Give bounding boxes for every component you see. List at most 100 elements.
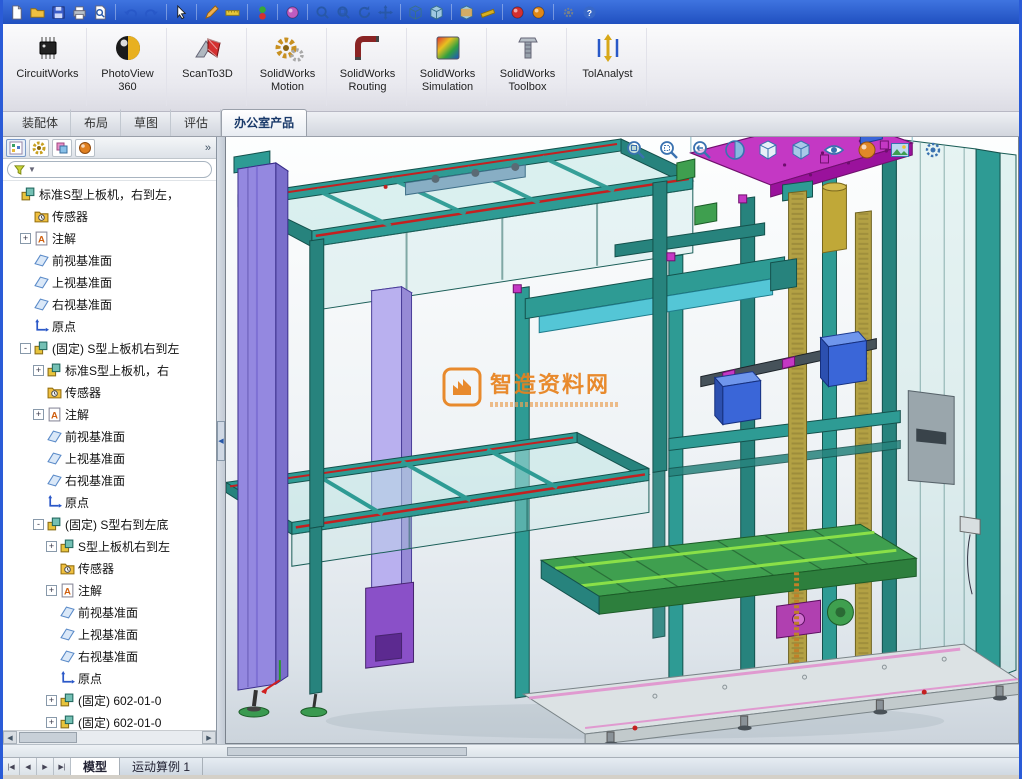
tree-row[interactable]: +原点 xyxy=(3,491,216,513)
select-icon[interactable] xyxy=(172,3,191,22)
zoom-to-fit-icon[interactable] xyxy=(313,3,332,22)
scroll-thumb[interactable] xyxy=(227,746,467,756)
ribbon-item-tolanalyst[interactable]: TolAnalyst xyxy=(569,28,647,106)
tree-row[interactable]: + (固定) 602-01-0 xyxy=(3,711,216,730)
study-tab-0[interactable]: 模型 xyxy=(71,758,121,775)
tree-row[interactable]: +前视基准面 xyxy=(3,425,216,447)
viewport-scroll-strip[interactable] xyxy=(3,744,1019,757)
panel-tab-feature-manager[interactable] xyxy=(6,138,26,157)
apply-scene-icon[interactable] xyxy=(888,138,912,162)
panel-tab-configuration-manager[interactable] xyxy=(52,138,72,157)
help-icon[interactable]: ? xyxy=(580,3,599,22)
study-nav-next-icon[interactable]: ▶ xyxy=(37,758,54,775)
shaded-icon[interactable] xyxy=(427,3,446,22)
command-tab-3[interactable]: 评估 xyxy=(171,109,222,136)
filter-dropdown-caret[interactable]: ▼ xyxy=(28,165,36,174)
tree-row[interactable]: +上视基准面 xyxy=(3,271,216,293)
ribbon-item-photoview360[interactable]: PhotoView 360 xyxy=(89,28,167,106)
tree-expander-icon[interactable]: + xyxy=(46,716,57,728)
tree-row[interactable]: + A 注解 xyxy=(3,579,216,601)
sketch-icon[interactable] xyxy=(202,3,221,22)
hide-show-items-icon[interactable] xyxy=(822,138,846,162)
tree-row[interactable]: +标准S型上板机，右到左， xyxy=(3,183,216,205)
tree-row[interactable]: +右视基准面 xyxy=(3,645,216,667)
measure-icon[interactable] xyxy=(478,3,497,22)
new-icon[interactable] xyxy=(7,3,26,22)
view-orientation-icon[interactable] xyxy=(756,138,780,162)
edit-color-icon[interactable] xyxy=(283,3,302,22)
view-settings-icon[interactable] xyxy=(921,138,945,162)
tree-row[interactable]: + A 注解 xyxy=(3,227,216,249)
rotate-view-icon[interactable] xyxy=(355,3,374,22)
tree-row[interactable]: +右视基准面 xyxy=(3,469,216,491)
tree-expander-icon[interactable]: + xyxy=(33,408,44,420)
scroll-right-icon[interactable]: ▶ xyxy=(202,731,216,744)
options-icon[interactable] xyxy=(559,3,578,22)
section-view-icon[interactable] xyxy=(723,138,747,162)
command-tab-0[interactable]: 装配体 xyxy=(9,109,72,136)
scroll-thumb[interactable] xyxy=(19,732,77,743)
tree-row[interactable]: +传感器 xyxy=(3,381,216,403)
print-preview-icon[interactable] xyxy=(91,3,110,22)
rebuild-icon[interactable] xyxy=(253,3,272,22)
scroll-left-icon[interactable]: ◀ xyxy=(3,731,17,744)
ribbon-item-circuitworks[interactable]: CircuitWorks xyxy=(9,28,87,106)
tree-row[interactable]: + 标准S型上板机，右 xyxy=(3,359,216,381)
study-nav-prev-icon[interactable]: ◀ xyxy=(20,758,37,775)
appearance-orange-icon[interactable] xyxy=(529,3,548,22)
tree-row[interactable]: +前视基准面 xyxy=(3,249,216,271)
tree-row[interactable]: +右视基准面 xyxy=(3,293,216,315)
tree-row[interactable]: - (固定) S型上板机右到左 xyxy=(3,337,216,359)
tree-row[interactable]: +上视基准面 xyxy=(3,623,216,645)
study-nav-last-icon[interactable]: ▶| xyxy=(54,758,71,775)
tree-filter-input[interactable]: ▼ xyxy=(7,161,212,178)
zoom-to-area-icon[interactable] xyxy=(657,138,681,162)
zoom-to-fit-icon[interactable] xyxy=(624,138,648,162)
panel-tab-appearances[interactable] xyxy=(75,138,95,157)
tree-row[interactable]: +原点 xyxy=(3,667,216,689)
panel-tab-property-manager[interactable] xyxy=(29,138,49,157)
tree-expander-icon[interactable]: - xyxy=(33,518,44,530)
ribbon-item-sw-simulation[interactable]: SolidWorks Simulation xyxy=(409,28,487,106)
open-icon[interactable] xyxy=(28,3,47,22)
tree-row[interactable]: +上视基准面 xyxy=(3,447,216,469)
motion-red-icon[interactable] xyxy=(508,3,527,22)
study-nav-first-icon[interactable]: |◀ xyxy=(3,758,20,775)
previous-view-icon[interactable] xyxy=(690,138,714,162)
section-view-icon[interactable] xyxy=(457,3,476,22)
print-icon[interactable] xyxy=(70,3,89,22)
save-icon[interactable] xyxy=(49,3,68,22)
tree-expander-icon[interactable]: + xyxy=(20,232,31,244)
tree-row[interactable]: +传感器 xyxy=(3,557,216,579)
display-style-icon[interactable] xyxy=(789,138,813,162)
panel-horizontal-scrollbar[interactable]: ◀ ▶ xyxy=(3,730,216,744)
ribbon-item-sw-motion[interactable]: SolidWorks Motion xyxy=(249,28,327,106)
ribbon-item-sw-routing[interactable]: SolidWorks Routing xyxy=(329,28,407,106)
command-tab-4[interactable]: 办公室产品 xyxy=(221,109,308,136)
tree-expander-icon[interactable]: - xyxy=(20,342,31,354)
tree-row[interactable]: + S型上板机右到左 xyxy=(3,535,216,557)
tree-row[interactable]: - (固定) S型右到左底 xyxy=(3,513,216,535)
undo-icon[interactable] xyxy=(121,3,140,22)
ribbon-item-scanto3d[interactable]: ScanTo3D xyxy=(169,28,247,106)
tree-row[interactable]: +前视基准面 xyxy=(3,601,216,623)
model-3d[interactable] xyxy=(226,137,1018,743)
tree-row[interactable]: + A 注解 xyxy=(3,403,216,425)
graphics-viewport[interactable]: 智造资料网 xyxy=(225,137,1019,744)
tree-expander-icon[interactable]: + xyxy=(46,540,57,552)
tree-expander-icon[interactable]: + xyxy=(33,364,44,376)
pan-icon[interactable] xyxy=(376,3,395,22)
tree-row[interactable]: +原点 xyxy=(3,315,216,337)
redo-icon[interactable] xyxy=(142,3,161,22)
study-tab-1[interactable]: 运动算例 1 xyxy=(120,758,204,775)
command-tab-2[interactable]: 草图 xyxy=(121,109,172,136)
panel-splitter[interactable]: ◀ xyxy=(217,137,225,744)
panel-tab-overflow-chevron[interactable]: » xyxy=(205,142,213,154)
edit-appearance-icon[interactable] xyxy=(855,138,879,162)
ribbon-item-sw-toolbox[interactable]: SolidWorks Toolbox xyxy=(489,28,567,106)
zoom-to-area-icon[interactable] xyxy=(334,3,353,22)
tree-expander-icon[interactable]: + xyxy=(46,584,57,596)
tree-row[interactable]: + (固定) 602-01-0 xyxy=(3,689,216,711)
tree-expander-icon[interactable]: + xyxy=(46,694,57,706)
command-tab-1[interactable]: 布局 xyxy=(71,109,122,136)
